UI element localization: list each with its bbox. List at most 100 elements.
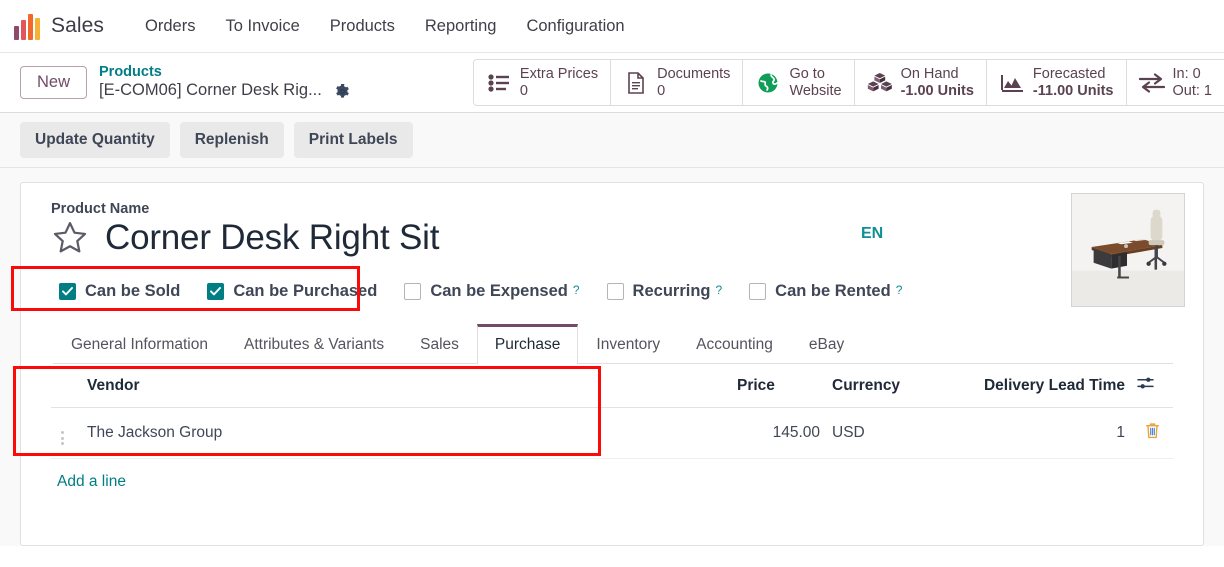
- stat-button-on-hand[interactable]: On Hand -1.00 Units: [854, 60, 987, 105]
- product-name-label: Product Name: [51, 201, 150, 217]
- stat-value: -11.00 Units: [1032, 82, 1114, 99]
- checkbox-label: Can be Rented: [775, 281, 891, 300]
- table-header-row: Vendor Price Currency Delivery Lead Time: [51, 364, 1173, 408]
- sliders-icon[interactable]: [1137, 376, 1154, 391]
- language-badge[interactable]: EN: [861, 225, 883, 243]
- stat-label: Extra Prices: [519, 65, 599, 82]
- tab-accounting[interactable]: Accounting: [678, 324, 791, 364]
- checkbox-checked-icon: [207, 282, 225, 300]
- tab-attributes-variants[interactable]: Attributes & Variants: [226, 324, 402, 364]
- star-icon[interactable]: [51, 219, 89, 257]
- new-button[interactable]: New: [20, 66, 88, 99]
- checkbox-can-be-rented[interactable]: Can be Rented ?: [749, 282, 902, 301]
- stat-label: On Hand: [900, 65, 959, 82]
- control-panel: New Products [E-COM06] Corner Desk Rig..…: [0, 53, 1224, 113]
- help-tooltip-icon[interactable]: ?: [715, 283, 722, 297]
- form-sheet-background: Product Name Corner Desk Right Sit EN Ca…: [0, 168, 1224, 546]
- checkbox-can-be-sold[interactable]: Can be Sold: [59, 282, 180, 301]
- column-header-currency[interactable]: Currency: [826, 364, 936, 408]
- area-chart-icon: [999, 73, 1025, 93]
- menu-item-configuration[interactable]: Configuration: [511, 11, 639, 42]
- stat-button-documents[interactable]: Documents 0: [611, 60, 744, 105]
- gear-icon[interactable]: [335, 83, 350, 99]
- checkbox-can-be-purchased[interactable]: Can be Purchased: [207, 282, 377, 301]
- document-icon: [623, 71, 649, 94]
- product-image[interactable]: [1071, 193, 1185, 307]
- checkbox-unchecked-icon: [606, 282, 624, 300]
- stat-label: Forecasted: [1032, 65, 1106, 82]
- stat-button-extra-prices[interactable]: Extra Prices 0: [473, 60, 612, 105]
- exchange-icon: [1138, 72, 1165, 93]
- help-tooltip-icon[interactable]: ?: [896, 283, 903, 297]
- stat-value: 0: [657, 82, 666, 99]
- column-header-optional-toggle[interactable]: [1131, 364, 1173, 408]
- stat-button-in-out[interactable]: In: 0 Out: 1: [1126, 60, 1224, 105]
- product-title-row: Corner Desk Right Sit: [51, 219, 1173, 257]
- stat-label: Documents: [657, 65, 731, 82]
- checkbox-unchecked-icon: [404, 282, 422, 300]
- breadcrumb-current-record: [E-COM06] Corner Desk Rig...: [99, 81, 322, 100]
- page-title: Corner Desk Right Sit: [105, 218, 440, 258]
- menu-item-reporting[interactable]: Reporting: [410, 11, 512, 42]
- print-labels-button[interactable]: Print Labels: [293, 122, 413, 158]
- product-flags-row: Can be Sold Can be Purchased Can be Expe…: [51, 276, 1173, 306]
- stat-button-forecasted[interactable]: Forecasted -11.00 Units: [986, 60, 1127, 105]
- stat-button-go-to-website[interactable]: Go to Website: [743, 60, 855, 105]
- product-form-sheet: Product Name Corner Desk Right Sit EN Ca…: [11, 182, 1204, 546]
- checkbox-label: Can be Sold: [85, 281, 181, 300]
- checkbox-label: Recurring: [632, 281, 711, 300]
- stat-value: 0: [519, 82, 528, 99]
- checkbox-label: Can be Expensed: [430, 281, 568, 300]
- stat-value-out: Out: 1: [1172, 82, 1213, 99]
- globe-icon: [755, 72, 781, 94]
- menu-item-to-invoice[interactable]: To Invoice: [210, 11, 314, 42]
- notebook-tabs: General Information Attributes & Variant…: [53, 323, 1173, 364]
- table-row[interactable]: The Jackson Group 145.00 USD 1: [51, 407, 1173, 459]
- tab-inventory[interactable]: Inventory: [578, 324, 678, 364]
- breadcrumb: Products [E-COM06] Corner Desk Rig...: [99, 64, 350, 101]
- column-header-price[interactable]: Price: [731, 364, 826, 408]
- cell-vendor[interactable]: The Jackson Group: [81, 407, 731, 459]
- tab-general-information[interactable]: General Information: [53, 324, 226, 364]
- trash-icon[interactable]: [1145, 422, 1160, 439]
- desk-photo: [1072, 194, 1184, 306]
- delete-row-button[interactable]: [1131, 407, 1173, 459]
- replenish-button[interactable]: Replenish: [179, 122, 284, 158]
- column-header-handle: [51, 364, 81, 408]
- cell-delivery-lead-time[interactable]: 1: [936, 407, 1131, 459]
- checkbox-checked-icon: [59, 282, 76, 300]
- stat-label-in: In: 0: [1172, 65, 1201, 82]
- menu-item-products[interactable]: Products: [315, 11, 410, 42]
- top-navbar: Sales Orders To Invoice Products Reporti…: [0, 0, 1224, 53]
- row-drag-handle[interactable]: [51, 407, 81, 459]
- list-icon: [486, 73, 512, 92]
- tab-purchase[interactable]: Purchase: [476, 324, 579, 364]
- stat-value: -1.00 Units: [900, 82, 974, 99]
- menu-item-orders[interactable]: Orders: [130, 11, 210, 42]
- column-header-delivery-lead-time[interactable]: Delivery Lead Time: [936, 364, 1131, 408]
- checkbox-recurring[interactable]: Recurring ?: [606, 281, 722, 301]
- app-brand-name[interactable]: Sales: [51, 14, 104, 38]
- column-header-vendor[interactable]: Vendor: [81, 364, 731, 408]
- add-a-line-link[interactable]: Add a line: [51, 459, 132, 491]
- boxes-icon: [867, 72, 893, 94]
- tab-sales[interactable]: Sales: [402, 324, 477, 364]
- update-quantity-button[interactable]: Update Quantity: [20, 122, 170, 158]
- stat-button-group: Extra Prices 0 Documents 0 Go to Website…: [472, 59, 1224, 106]
- breadcrumb-parent-products[interactable]: Products: [99, 64, 350, 81]
- column-header-label: Delivery Lead Time: [983, 377, 1125, 394]
- tab-ebay[interactable]: eBay: [791, 324, 862, 364]
- checkbox-can-be-expensed[interactable]: Can be Expensed ?: [404, 281, 580, 301]
- drag-handle-icon[interactable]: [57, 431, 64, 445]
- cell-currency[interactable]: USD: [826, 407, 936, 459]
- stat-label: Go to: [789, 65, 825, 82]
- main-menu: Orders To Invoice Products Reporting Con…: [130, 11, 640, 42]
- stat-value: Website: [789, 82, 842, 99]
- cell-price[interactable]: 145.00: [731, 407, 826, 459]
- help-tooltip-icon[interactable]: ?: [573, 283, 580, 297]
- action-button-bar: Update Quantity Replenish Print Labels: [0, 113, 1224, 168]
- checkbox-label: Can be Purchased: [233, 281, 378, 300]
- bar-chart-logo-icon[interactable]: [14, 13, 40, 40]
- checkbox-unchecked-icon: [749, 282, 767, 300]
- vendor-pricelist-table: Vendor Price Currency Delivery Lead Time: [51, 364, 1173, 459]
